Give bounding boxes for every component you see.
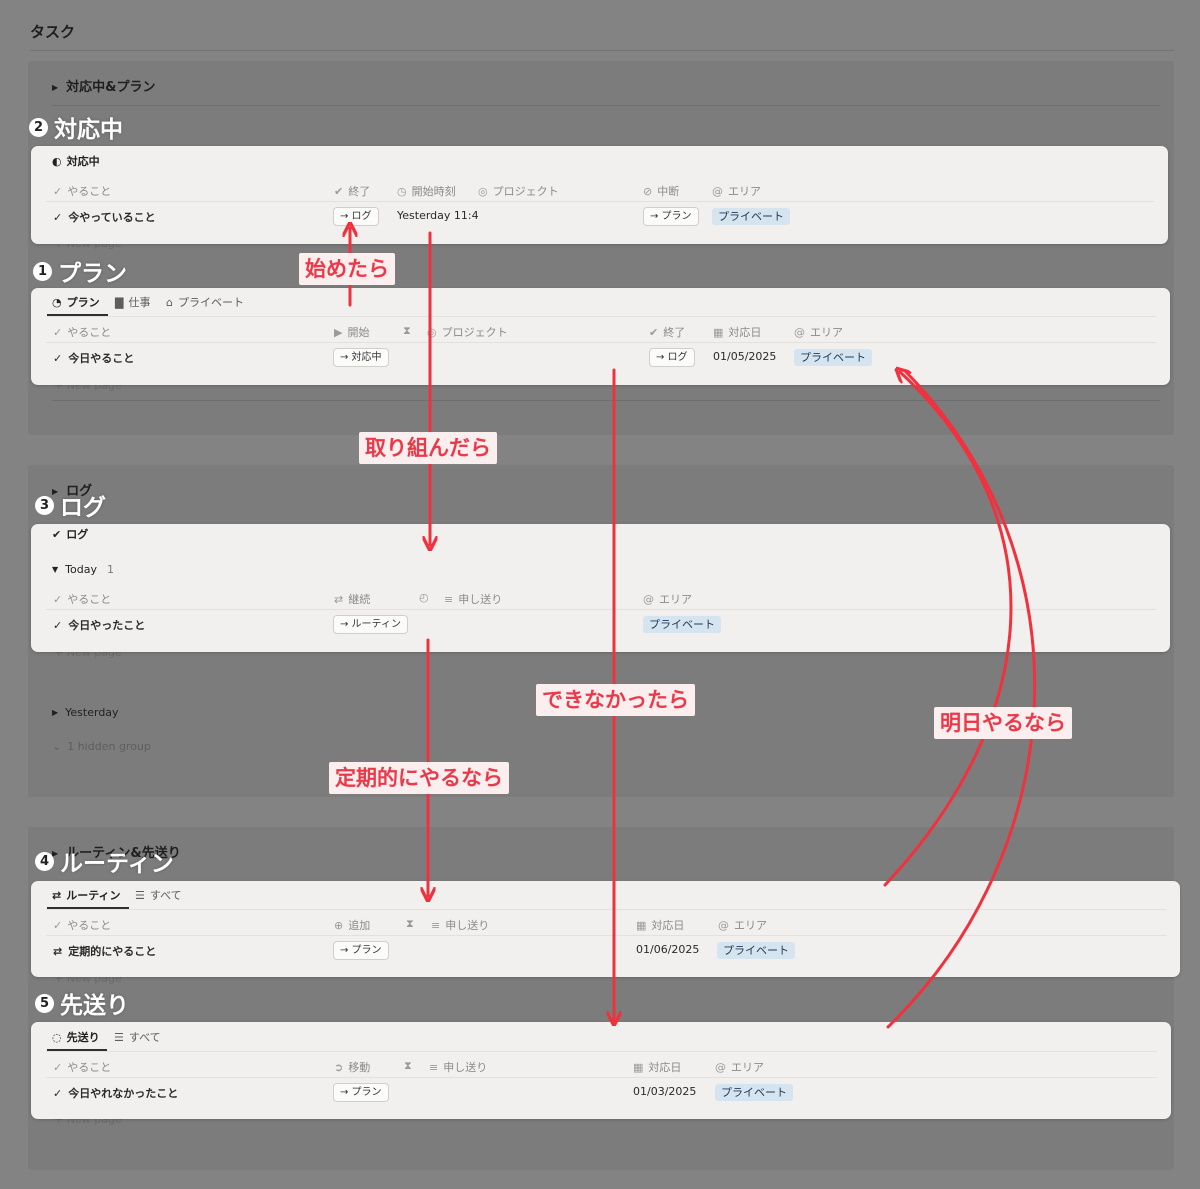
arrow-tomorrow-routine xyxy=(883,372,1013,887)
arrow-tomorrow-postpone xyxy=(886,370,1037,1029)
flow-arrows xyxy=(0,0,1037,1029)
callout-tomorrow: 明日やるなら xyxy=(934,707,1072,739)
callout-start: 始めたら xyxy=(299,253,395,285)
callout-working: 取り組んだら xyxy=(359,432,497,464)
callout-regular: 定期的にやるなら xyxy=(329,762,509,794)
callout-failed: できなかったら xyxy=(536,684,695,716)
